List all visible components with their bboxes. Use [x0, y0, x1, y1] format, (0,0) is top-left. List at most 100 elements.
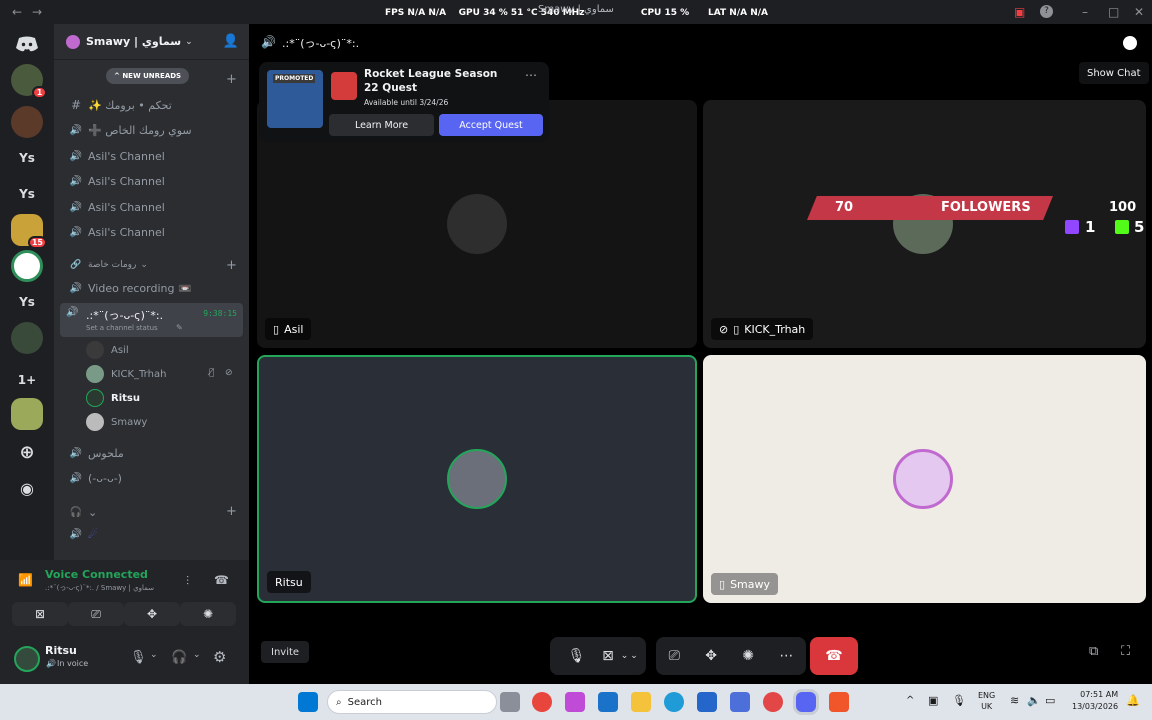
- voice-member[interactable]: Smawy: [86, 412, 147, 432]
- channel-item[interactable]: 🔊 Asil's Channel: [66, 196, 242, 218]
- leave-call-button[interactable]: ☎: [810, 637, 858, 675]
- add-channel-icon[interactable]: +: [226, 258, 237, 273]
- category-header[interactable]: 🎧 ⌄: [66, 501, 242, 523]
- channel-item[interactable]: 🔊 Asil's Channel: [66, 221, 242, 243]
- avatar[interactable]: [14, 646, 40, 672]
- discord-home-icon[interactable]: [11, 28, 43, 60]
- voice-connected-subtitle[interactable]: .:*¨(っ-ᴗ-ς)¨*:. / Smawy | سماوي: [45, 583, 154, 593]
- activities-icon[interactable]: ✥: [705, 648, 717, 664]
- minimize-icon[interactable]: –: [1082, 5, 1088, 19]
- maximize-icon[interactable]: □: [1108, 5, 1119, 19]
- app-icon[interactable]: [598, 692, 618, 712]
- channel-item[interactable]: 🔊 (-ᴗ-ᴗ-): [66, 467, 242, 489]
- voice-member[interactable]: Asil: [86, 340, 129, 360]
- server-icon[interactable]: [11, 398, 43, 430]
- server-icon-active[interactable]: [11, 250, 43, 282]
- screen-share-button[interactable]: ⎚: [68, 602, 124, 626]
- soundboard-icon[interactable]: ✺: [742, 648, 754, 664]
- channel-item[interactable]: 🔊 Video recording 📼: [66, 277, 242, 299]
- server-icon[interactable]: 15: [11, 214, 47, 249]
- camera-off-icon[interactable]: ⊠: [602, 648, 614, 664]
- discord-taskbar-icon[interactable]: [796, 692, 816, 712]
- notification-bell-icon[interactable]: 🔔: [1126, 694, 1140, 707]
- more-options-icon[interactable]: ⋯: [525, 68, 537, 82]
- add-channel-icon[interactable]: +: [226, 504, 237, 519]
- soundboard-icon[interactable]: ⫶: [186, 574, 189, 589]
- camera-control[interactable]: ⊠ ⌄: [594, 637, 646, 675]
- file-explorer-icon[interactable]: [631, 692, 651, 712]
- app-icon[interactable]: [697, 692, 717, 712]
- server-icon[interactable]: 1+: [11, 364, 43, 396]
- store-icon[interactable]: [730, 692, 750, 712]
- wifi-icon[interactable]: ≋: [1010, 694, 1019, 707]
- screen-share-icon[interactable]: ⎚: [669, 648, 680, 664]
- volume-icon[interactable]: 🔈: [1027, 694, 1041, 707]
- voice-member[interactable]: Ritsu: [86, 388, 140, 408]
- tray-app-icon[interactable]: ▣: [928, 694, 938, 707]
- language-indicator[interactable]: ENG UK: [978, 690, 995, 712]
- clock[interactable]: 07:51 AM 13/03/2026: [1072, 689, 1118, 713]
- channel-item[interactable]: 🔊 ملحوس: [66, 442, 242, 464]
- participant-tile[interactable]: ▯ Smawy: [703, 355, 1146, 603]
- brave-icon[interactable]: [829, 692, 849, 712]
- app-icon[interactable]: [763, 692, 783, 712]
- task-view-icon[interactable]: [500, 692, 520, 712]
- channel-item[interactable]: 🔊 ➕ سوي رومك الخاص: [66, 119, 242, 141]
- more-options-icon[interactable]: ⋯: [779, 648, 793, 664]
- chat-bubble-icon[interactable]: [1123, 36, 1137, 50]
- settings-gear-icon[interactable]: ⚙: [213, 648, 226, 666]
- help-icon[interactable]: ?: [1040, 5, 1053, 18]
- fullscreen-icon[interactable]: ⛶: [1121, 644, 1130, 659]
- microphone-icon[interactable]: 🎙: [130, 650, 147, 665]
- server-icon[interactable]: Ys: [11, 286, 43, 318]
- invite-button[interactable]: Invite: [261, 641, 310, 663]
- back-arrow-icon[interactable]: ←: [12, 5, 22, 19]
- participant-tile-speaking[interactable]: Ritsu: [257, 355, 697, 603]
- signal-icon[interactable]: 📶: [18, 573, 33, 587]
- accept-quest-button[interactable]: Accept Quest: [439, 114, 543, 136]
- activities-button[interactable]: ✥: [124, 602, 180, 626]
- discover-icon[interactable]: ◉: [11, 472, 43, 504]
- new-unreads-pill[interactable]: ^ NEW UNREADS: [106, 68, 190, 84]
- chrome-icon[interactable]: [532, 692, 552, 712]
- headphones-icon[interactable]: 🎧: [171, 650, 187, 665]
- start-icon[interactable]: [298, 692, 318, 712]
- soundboard-button[interactable]: ✺: [180, 602, 236, 626]
- microphone-icon[interactable]: 🎙: [568, 648, 586, 664]
- channel-item[interactable]: 🔊 Asil's Channel: [66, 145, 242, 167]
- invite-people-icon[interactable]: 👤: [223, 34, 239, 49]
- category-header[interactable]: 🔗 رومات خاصة ⌄: [66, 254, 242, 276]
- close-icon[interactable]: ✕: [1134, 5, 1144, 19]
- server-icon[interactable]: [11, 106, 43, 138]
- chevron-down-icon[interactable]: ⌄: [150, 650, 158, 660]
- server-icon[interactable]: Ys: [11, 178, 43, 210]
- microphone-icon[interactable]: 🎙: [952, 694, 966, 707]
- battery-icon[interactable]: ▭: [1045, 694, 1055, 707]
- chevron-down-icon[interactable]: ⌄: [193, 650, 201, 660]
- channel-item[interactable]: 🔊 Asil's Channel: [66, 170, 242, 192]
- forward-arrow-icon[interactable]: →: [32, 5, 42, 19]
- server-icon[interactable]: [11, 322, 43, 354]
- voice-member[interactable]: KICK_Trhah: [86, 364, 166, 384]
- participant-tile[interactable]: 70 FOLLOWERS 100 1 5 ⊘ ▯ KICK_Trhah: [703, 100, 1146, 348]
- chevron-up-icon[interactable]: ^: [906, 695, 914, 706]
- search-box[interactable]: ⌕ Search: [327, 690, 497, 714]
- disconnect-icon[interactable]: ☎: [214, 573, 229, 587]
- guild-header[interactable]: Smawy | سماوي ⌄ 👤: [54, 24, 249, 60]
- voice-connected-title[interactable]: Voice Connected: [45, 568, 148, 581]
- pencil-icon[interactable]: ✎: [176, 323, 183, 332]
- channel-item[interactable]: # ✨ تحكم • برومك: [66, 94, 242, 116]
- chevron-down-icon[interactable]: ⌄: [630, 651, 638, 661]
- add-channel-icon[interactable]: +: [226, 72, 237, 87]
- server-icon[interactable]: Ys: [11, 142, 43, 174]
- learn-more-button[interactable]: Learn More: [329, 114, 434, 136]
- add-server-icon[interactable]: ⊕: [11, 436, 43, 468]
- username[interactable]: Ritsu: [45, 644, 77, 657]
- inbox-icon[interactable]: ▣: [1014, 5, 1025, 19]
- edge-icon[interactable]: [664, 692, 684, 712]
- channel-status-hint[interactable]: Set a channel status: [86, 324, 158, 332]
- camera-off-button[interactable]: ⊠: [12, 602, 68, 626]
- channel-item[interactable]: 🔊 ☄: [66, 523, 242, 545]
- copilot-icon[interactable]: [565, 692, 585, 712]
- pop-out-icon[interactable]: ⧉: [1089, 644, 1098, 659]
